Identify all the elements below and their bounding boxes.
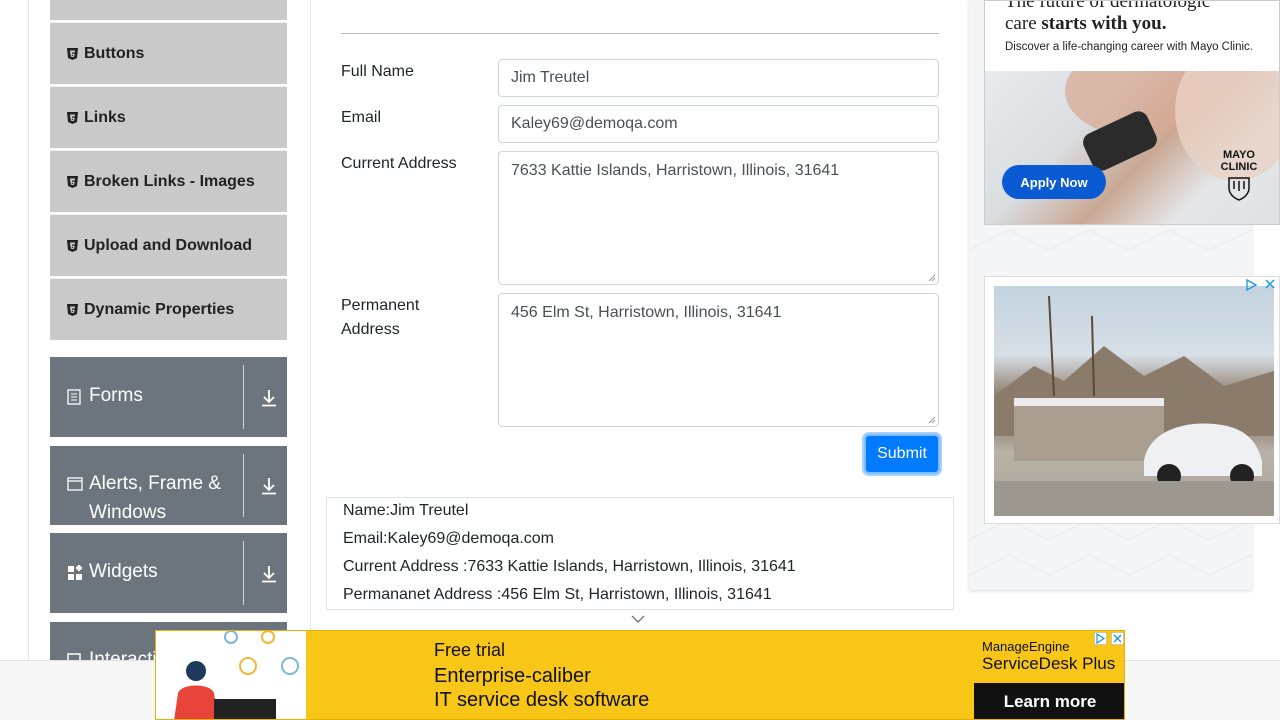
mayo-clinic-ad[interactable]: The future of dermatologic care starts w… <box>984 0 1280 225</box>
group-label: Forms <box>89 385 143 406</box>
download-arrow-icon[interactable] <box>261 565 277 583</box>
current-address-textarea[interactable]: 7633 Kattie Islands, Harristown, Illinoi… <box>498 151 939 285</box>
html5-icon <box>66 47 78 60</box>
banner-product: ServiceDesk Plus <box>982 654 1116 673</box>
sidebar-item-broken-links[interactable]: Broken Links - Images <box>50 150 287 212</box>
content-divider <box>310 0 311 660</box>
group-separator <box>243 454 244 517</box>
car-ad[interactable] <box>984 276 1280 524</box>
servicedesk-banner-ad[interactable]: Free trial Enterprise-caliber IT service… <box>155 630 1125 720</box>
window-icon <box>67 477 83 493</box>
banner-line1: Free trial <box>434 640 506 660</box>
sidebar-item-label: Upload and Download <box>84 236 252 254</box>
output-panel: Name:Jim Treutel Email:Kaley69@demoqa.co… <box>326 497 954 610</box>
permanent-address-label: Permanent <box>341 297 420 314</box>
permanent-address-value: 456 Elm St, Harristown, Illinois, 31641 <box>511 304 782 321</box>
output-email: Email:Kaley69@demoqa.com <box>343 530 555 547</box>
html5-icon <box>66 175 78 188</box>
left-divider <box>28 0 29 660</box>
permanent-address-textarea[interactable]: 456 Elm St, Harristown, Illinois, 31641 <box>498 293 939 427</box>
output-current-address: Current Address :7633 Kattie Islands, Ha… <box>343 558 796 575</box>
email-input[interactable]: Kaley69@demoqa.com <box>498 105 939 143</box>
banner-line3: IT service desk software <box>434 689 650 711</box>
output-permanent-address: Permananet Address :456 Elm St, Harristo… <box>343 586 772 603</box>
html5-icon <box>66 239 78 252</box>
widgets-icon <box>67 564 83 581</box>
download-arrow-icon[interactable] <box>261 477 277 495</box>
mayo-clinic-logo: MAYO CLINIC <box>1213 149 1265 204</box>
shield-icon <box>1228 177 1250 201</box>
sidebar-item-label: Broken Links - Images <box>84 172 255 190</box>
adchoices-icon[interactable] <box>1245 279 1257 291</box>
banner-brand: ManageEngine <box>982 639 1070 654</box>
ad-image <box>994 286 1274 516</box>
group-label: Widgets <box>89 561 158 582</box>
form-top-rule <box>341 33 939 34</box>
group-widgets[interactable]: Widgets <box>50 533 287 613</box>
apply-now-button[interactable]: Apply Now <box>1002 165 1106 199</box>
page: Buttons Links Broken Links - Images Uplo… <box>0 0 1280 720</box>
sidebar-item-links[interactable]: Links <box>50 86 287 148</box>
sidebar-item-partial[interactable] <box>50 0 287 20</box>
full-name-label: Full Name <box>341 63 414 80</box>
group-label: Alerts, Frame & <box>89 473 221 494</box>
resize-handle-icon[interactable] <box>928 416 936 424</box>
email-label: Email <box>341 109 382 126</box>
sidebar-item-label: Buttons <box>84 44 145 62</box>
close-icon[interactable] <box>1264 278 1276 290</box>
learn-more-button[interactable]: Learn more <box>974 683 1124 719</box>
html5-icon <box>66 111 78 124</box>
current-address-value: 7633 Kattie Islands, Harristown, Illinoi… <box>511 162 840 179</box>
ad-headline: The future of dermatologic care starts w… <box>1005 0 1211 34</box>
sidebar-item-buttons[interactable]: Buttons <box>50 22 287 84</box>
output-name: Name:Jim Treutel <box>343 502 469 519</box>
form-icon <box>67 389 83 405</box>
close-icon[interactable] <box>1111 632 1124 645</box>
current-address-label: Current Address <box>341 155 457 172</box>
group-label: Interacti <box>89 649 157 660</box>
group-separator <box>243 541 244 605</box>
full-name-input[interactable]: Jim Treutel <box>498 59 939 97</box>
adchoices-icon[interactable] <box>1094 632 1107 645</box>
ad-subtext: Discover a life-changing career with May… <box>1005 41 1253 53</box>
permanent-address-label-line2: Address <box>341 321 400 338</box>
ad-illustration <box>156 631 306 719</box>
submit-button[interactable]: Submit <box>864 434 940 474</box>
banner-line2: Enterprise-caliber <box>434 665 591 687</box>
sidebar-item-dynamic-properties[interactable]: Dynamic Properties <box>50 278 287 340</box>
sidebar-item-label: Dynamic Properties <box>84 300 235 318</box>
resize-handle-icon[interactable] <box>928 274 936 282</box>
sidebar-item-upload-download[interactable]: Upload and Download <box>50 214 287 276</box>
chevron-down-icon[interactable] <box>631 614 645 624</box>
html5-icon <box>66 303 78 316</box>
interactions-icon <box>67 653 83 660</box>
sidebar-item-label: Links <box>84 108 126 126</box>
group-forms[interactable]: Forms <box>50 357 287 437</box>
group-label-line2: Windows <box>89 502 167 523</box>
group-alerts-frame-windows[interactable]: Alerts, Frame & Windows <box>50 446 287 525</box>
group-separator <box>243 365 244 429</box>
download-arrow-icon[interactable] <box>261 389 277 407</box>
